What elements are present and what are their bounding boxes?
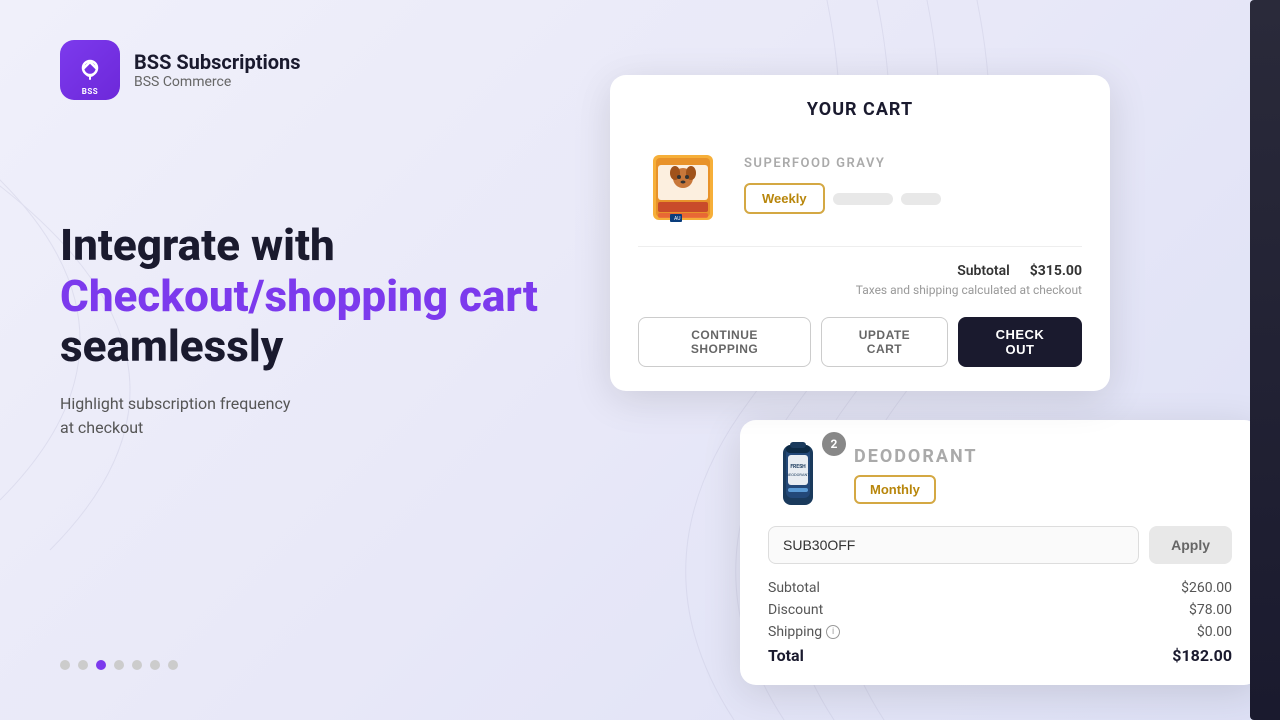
- product-info: SUPERFOOD GRAVY Weekly: [744, 156, 1082, 214]
- pagination-dots: [60, 660, 178, 670]
- dot-2[interactable]: [78, 660, 88, 670]
- subtotal-value: $315.00: [1030, 263, 1082, 279]
- brand-company: BSS Commerce: [134, 74, 301, 90]
- logo-bss-text: BSS: [82, 87, 98, 96]
- dot-7[interactable]: [168, 660, 178, 670]
- apply-button[interactable]: Apply: [1149, 526, 1232, 564]
- subtotal-summary-label: Subtotal: [768, 580, 820, 596]
- hero-description: Highlight subscription frequencyat check…: [60, 392, 560, 440]
- shipping-label: Shipping i: [768, 624, 840, 640]
- checkout-button[interactable]: CHECK OUT: [958, 317, 1082, 367]
- svg-text:AU: AU: [674, 216, 680, 222]
- shipping-value: $0.00: [1197, 624, 1232, 640]
- subtotal-row: Subtotal $315.00: [638, 263, 1082, 279]
- logo-text-area: BSS Subscriptions BSS Commerce: [134, 50, 301, 90]
- svg-text:DEODORANT: DEODORANT: [786, 472, 810, 477]
- dot-4[interactable]: [114, 660, 124, 670]
- freq-option2-btn[interactable]: [833, 193, 893, 205]
- cart-actions: CONTINUE SHOPPING UPDATE CART CHECK OUT: [638, 317, 1082, 367]
- freq-weekly-btn[interactable]: Weekly: [744, 183, 825, 214]
- monthly-frequency-button[interactable]: Monthly: [854, 475, 936, 504]
- freq-option3-btn[interactable]: [901, 193, 941, 205]
- second-card: 2 FRESH DEODORANT DEODORANT Monthly: [740, 420, 1260, 685]
- left-panel: BSS BSS Subscriptions BSS Commerce Integ…: [0, 0, 620, 720]
- subtotal-summary-value: $260.00: [1181, 580, 1232, 596]
- coupon-input[interactable]: [768, 526, 1139, 564]
- continue-shopping-button[interactable]: CONTINUE SHOPPING: [638, 317, 811, 367]
- cart-title: YOUR CART: [638, 99, 1082, 120]
- hero-line2: Checkout/shopping cart: [60, 271, 560, 322]
- device-bar: [1250, 0, 1280, 720]
- coupon-row: Apply: [768, 526, 1232, 564]
- total-label: Total: [768, 646, 804, 665]
- subtotal-summary-row: Subtotal $260.00: [768, 580, 1232, 596]
- update-cart-button[interactable]: UPDATE CART: [821, 317, 948, 367]
- dot-6[interactable]: [150, 660, 160, 670]
- order-summary: Subtotal $260.00 Discount $78.00 Shippin…: [768, 580, 1232, 665]
- product-name: SUPERFOOD GRAVY: [744, 156, 1082, 171]
- brand-name: BSS Subscriptions: [134, 50, 301, 74]
- discount-value: $78.00: [1189, 602, 1232, 618]
- dot-3-active[interactable]: [96, 660, 106, 670]
- dot-1[interactable]: [60, 660, 70, 670]
- shipping-row: Shipping i $0.00: [768, 624, 1232, 640]
- hero-text: Integrate with Checkout/shopping cart se…: [60, 220, 560, 440]
- logo-area: BSS BSS Subscriptions BSS Commerce: [60, 40, 560, 100]
- product-image: AU: [638, 140, 728, 230]
- dot-5[interactable]: [132, 660, 142, 670]
- second-card-item: 2 FRESH DEODORANT DEODORANT Monthly: [768, 440, 1232, 510]
- discount-row: Discount $78.00: [768, 602, 1232, 618]
- cart-card: YOUR CART: [610, 75, 1110, 391]
- hero-line1: Integrate with: [60, 220, 560, 271]
- discount-label: Discount: [768, 602, 823, 618]
- total-value: $182.00: [1172, 646, 1232, 665]
- svg-text:FRESH: FRESH: [790, 464, 806, 470]
- deodorant-product-name: DEODORANT: [854, 446, 978, 467]
- shipping-info-icon[interactable]: i: [826, 625, 840, 639]
- subtotal-label: Subtotal: [957, 263, 1010, 279]
- frequency-buttons: Weekly: [744, 183, 1082, 214]
- right-panel: YOUR CART: [600, 0, 1280, 720]
- item-badge: 2: [822, 432, 846, 456]
- deodorant-info: DEODORANT Monthly: [854, 446, 978, 504]
- hero-line3: seamlessly: [60, 321, 560, 372]
- brand-logo-icon: BSS: [60, 40, 120, 100]
- total-row: Total $182.00: [768, 646, 1232, 665]
- deodorant-image-container: 2 FRESH DEODORANT: [768, 440, 838, 510]
- tax-note: Taxes and shipping calculated at checkou…: [638, 283, 1082, 297]
- cart-item: AU SUPERFOOD GRAVY Weekly: [638, 140, 1082, 247]
